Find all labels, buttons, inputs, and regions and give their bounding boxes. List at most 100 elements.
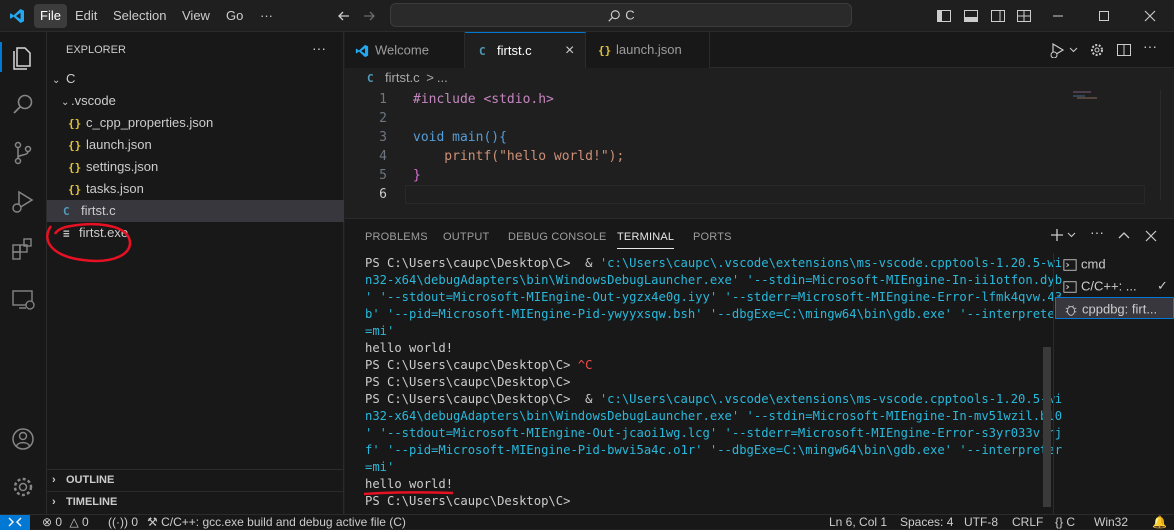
line-number: 5 bbox=[379, 168, 387, 183]
indentation-status[interactable]: Spaces: 4 bbox=[900, 515, 953, 530]
minimize-icon[interactable] bbox=[1050, 8, 1066, 24]
line-number: 2 bbox=[379, 111, 387, 126]
editor-scrollbar[interactable] bbox=[1160, 90, 1174, 200]
back-arrow-icon[interactable] bbox=[336, 8, 352, 24]
json-file-icon: {} bbox=[68, 139, 82, 152]
ports-status[interactable]: ((·)) 0 bbox=[108, 515, 138, 530]
menu-file[interactable]: File bbox=[34, 4, 67, 28]
manage-gear-icon[interactable] bbox=[8, 472, 38, 502]
tab-terminal[interactable]: TERMINAL bbox=[617, 231, 675, 249]
close-window-icon[interactable] bbox=[1142, 8, 1158, 24]
terminal-line: ' '--stdout=Microsoft-MIEngine-Out-jcaoi… bbox=[365, 426, 1063, 440]
line-number: 4 bbox=[379, 149, 387, 164]
tab-debug-console[interactable]: DEBUG CONSOLE bbox=[508, 231, 607, 243]
terminal-line: PS C:\Users\caupc\Desktop\C> & 'c:\Users… bbox=[365, 392, 1063, 406]
red-annotation-underline bbox=[363, 490, 455, 496]
check-icon: ✓ bbox=[1157, 278, 1168, 293]
terminal-list-cmd[interactable]: cmd bbox=[1055, 253, 1174, 275]
panel-more-button[interactable]: ··· bbox=[1090, 224, 1104, 240]
explorer-icon[interactable] bbox=[8, 42, 38, 72]
c-file-icon: C bbox=[479, 45, 486, 58]
line-number: 1 bbox=[379, 92, 387, 107]
command-center-search[interactable]: C bbox=[390, 3, 852, 27]
outline-section-header[interactable]: › OUTLINE bbox=[47, 469, 344, 491]
minimap[interactable] bbox=[1073, 90, 1105, 102]
tab-launch-json[interactable]: {} launch.json bbox=[586, 32, 710, 68]
remote-indicator[interactable] bbox=[0, 515, 30, 530]
tree-file-settings[interactable]: {} settings.json bbox=[47, 156, 344, 178]
menu-more[interactable]: ··· bbox=[254, 4, 279, 28]
notifications-bell-icon[interactable]: 🔔 bbox=[1152, 515, 1167, 530]
terminal-scrollbar[interactable] bbox=[1043, 347, 1051, 507]
maximize-panel-icon[interactable] bbox=[1116, 228, 1132, 244]
outline-label: OUTLINE bbox=[66, 474, 115, 486]
language-status[interactable]: {} C bbox=[1055, 515, 1075, 530]
cursor-position[interactable]: Ln 6, Col 1 bbox=[829, 515, 887, 530]
tree-folder-c[interactable]: ⌄ C bbox=[47, 68, 344, 90]
close-tab-icon[interactable]: × bbox=[565, 33, 574, 69]
timeline-section-header[interactable]: › TIMELINE bbox=[47, 491, 344, 513]
eol-status[interactable]: CRLF bbox=[1012, 515, 1043, 530]
code-line-3: void main(){ bbox=[413, 130, 507, 145]
close-panel-icon[interactable] bbox=[1143, 228, 1159, 244]
terminal-line: b' '--pid=Microsoft-MIEngine-Pid-ywyyxsq… bbox=[365, 307, 1063, 321]
encoding-status[interactable]: UTF-8 bbox=[964, 515, 998, 530]
accounts-icon[interactable] bbox=[8, 424, 38, 454]
menu-selection[interactable]: Selection bbox=[107, 4, 172, 28]
menu-view[interactable]: View bbox=[176, 4, 216, 28]
tree-file-c-cpp-properties[interactable]: {} c_cpp_properties.json bbox=[47, 112, 344, 134]
tab-ports[interactable]: PORTS bbox=[693, 231, 732, 243]
customize-layout-icon[interactable] bbox=[1016, 8, 1032, 24]
run-debug-dropdown-icon[interactable] bbox=[1050, 42, 1078, 58]
tab-firtst-c[interactable]: Cfirtst.c × bbox=[465, 32, 586, 68]
breadcrumb-symbols[interactable]: ... bbox=[437, 70, 448, 85]
tree-label: c_cpp_properties.json bbox=[86, 115, 214, 130]
tree-label: launch.json bbox=[86, 137, 152, 152]
split-editor-icon[interactable] bbox=[1116, 42, 1132, 58]
json-file-icon: {} bbox=[598, 44, 612, 57]
settings-gear-icon[interactable] bbox=[1089, 42, 1105, 58]
build-task-status[interactable]: ⚒ C/C++: gcc.exe build and debug active … bbox=[147, 515, 406, 530]
menu-go[interactable]: Go bbox=[220, 4, 249, 28]
problems-status[interactable]: ⊗ 0 △ 0 bbox=[42, 515, 89, 530]
source-control-icon[interactable] bbox=[8, 138, 38, 168]
terminal-output[interactable]: PS C:\Users\caupc\Desktop\C> & 'c:\Users… bbox=[345, 255, 1062, 513]
tree-file-launch[interactable]: {} launch.json bbox=[47, 134, 344, 156]
terminal-list-cppdbg[interactable]: cppdbg: firt... bbox=[1055, 297, 1174, 319]
tree-folder-vscode[interactable]: ⌄ .vscode bbox=[47, 90, 344, 112]
extensions-icon[interactable] bbox=[8, 234, 38, 264]
tree-label: settings.json bbox=[86, 159, 159, 174]
tab-problems[interactable]: PROBLEMS bbox=[365, 231, 428, 243]
terminal-icon bbox=[1063, 280, 1077, 294]
json-file-icon: {} bbox=[68, 161, 82, 174]
current-line-highlight bbox=[405, 185, 1145, 204]
new-terminal-icon[interactable] bbox=[1050, 227, 1080, 243]
toggle-panel-icon[interactable] bbox=[963, 8, 979, 24]
explorer-title: EXPLORER bbox=[66, 44, 126, 56]
search-view-icon[interactable] bbox=[8, 90, 38, 120]
braces-icon: {} bbox=[1055, 515, 1064, 529]
terminal-list-cpp-task[interactable]: C/C++: ... ✓ bbox=[1055, 275, 1174, 297]
tab-welcome[interactable]: Welcome bbox=[345, 32, 465, 68]
maximize-icon[interactable] bbox=[1096, 8, 1112, 24]
tree-label: C bbox=[66, 71, 76, 86]
forward-arrow-icon[interactable] bbox=[361, 8, 377, 24]
menu-edit[interactable]: Edit bbox=[69, 4, 103, 28]
code-editor[interactable]: Cfirtst.c >... 1 2 3 4 5 6 #include <std… bbox=[345, 68, 1174, 218]
tree-file-tasks[interactable]: {} tasks.json bbox=[47, 178, 344, 200]
terminal-line: =mi' bbox=[365, 324, 395, 338]
code-line-4: printf("hello world!"); bbox=[413, 149, 625, 164]
remote-explorer-icon[interactable] bbox=[8, 284, 38, 314]
terminal-line: PS C:\Users\caupc\Desktop\C> ^C bbox=[365, 358, 593, 372]
code-line-1: #include <stdio.h> bbox=[413, 92, 554, 107]
tab-output[interactable]: OUTPUT bbox=[443, 231, 489, 243]
terminal-line: n32-x64\debugAdapters\bin\WindowsDebugLa… bbox=[365, 409, 1063, 423]
toggle-sidebar-icon[interactable] bbox=[936, 8, 952, 24]
editor-more-button[interactable]: ··· bbox=[1143, 38, 1157, 54]
toggle-secondary-sidebar-icon[interactable] bbox=[990, 8, 1006, 24]
search-text: C bbox=[625, 7, 635, 23]
explorer-more-button[interactable]: ··· bbox=[312, 40, 326, 56]
breadcrumb-file[interactable]: firtst.c bbox=[385, 70, 420, 85]
run-debug-icon[interactable] bbox=[8, 186, 38, 216]
platform-status[interactable]: Win32 bbox=[1094, 515, 1128, 530]
